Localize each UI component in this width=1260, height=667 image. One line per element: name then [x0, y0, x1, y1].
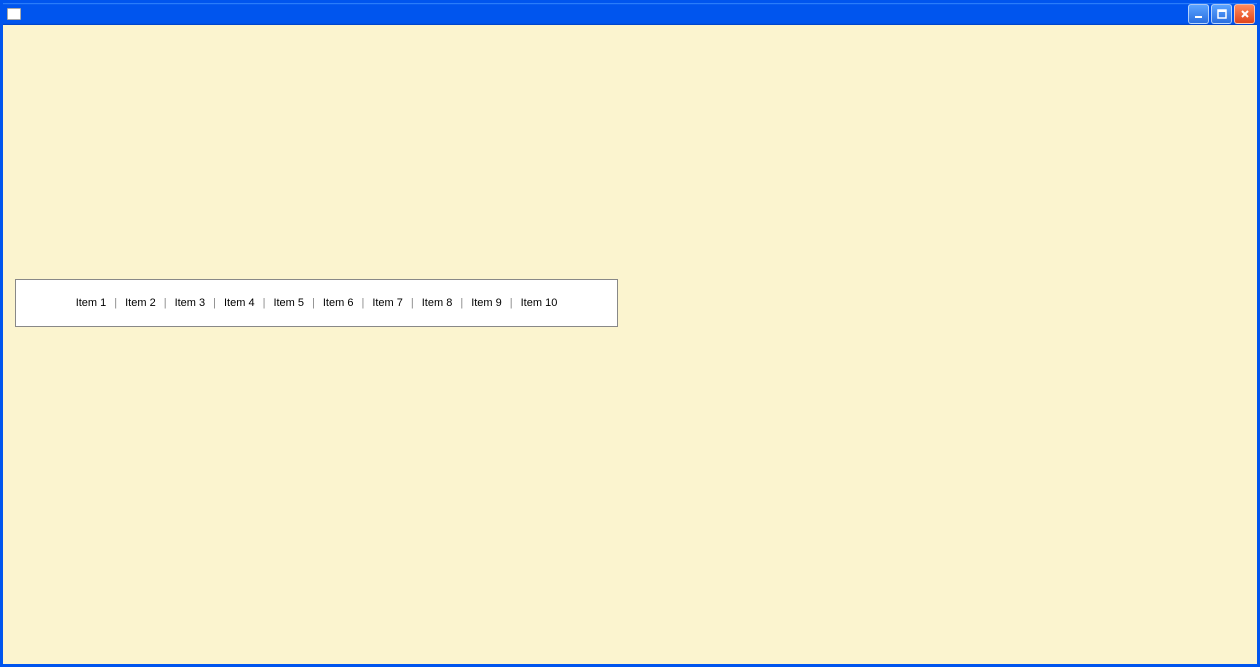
- toolbar-item[interactable]: Item 10: [515, 297, 564, 309]
- toolbar-item[interactable]: Item 8: [416, 297, 459, 309]
- toolbar-separator: |: [162, 297, 169, 309]
- title-bar[interactable]: [3, 3, 1257, 25]
- toolbar-item[interactable]: Item 3: [169, 297, 212, 309]
- toolbar-item[interactable]: Item 9: [465, 297, 508, 309]
- window-controls: [1188, 4, 1255, 24]
- close-icon: [1239, 8, 1251, 20]
- main-window: Item 1 | Item 2 | Item 3 | Item 4 | Item…: [0, 0, 1260, 667]
- toolbar-item[interactable]: Item 1: [70, 297, 113, 309]
- toolbar-separator: |: [359, 297, 366, 309]
- toolbar-separator: |: [211, 297, 218, 309]
- app-icon: [7, 8, 21, 20]
- close-button[interactable]: [1234, 4, 1255, 24]
- toolbar-separator: |: [409, 297, 416, 309]
- title-bar-left: [7, 8, 25, 20]
- toolbar-item[interactable]: Item 2: [119, 297, 162, 309]
- toolbar-separator: |: [310, 297, 317, 309]
- client-area: Item 1 | Item 2 | Item 3 | Item 4 | Item…: [3, 25, 1257, 664]
- toolbar-item[interactable]: Item 5: [267, 297, 310, 309]
- toolbar-item[interactable]: Item 7: [366, 297, 409, 309]
- toolbar-item[interactable]: Item 4: [218, 297, 261, 309]
- toolbar-separator: |: [508, 297, 515, 309]
- toolbar-separator: |: [112, 297, 119, 309]
- toolbar-separator: |: [261, 297, 268, 309]
- minimize-button[interactable]: [1188, 4, 1209, 24]
- toolbar-separator: |: [458, 297, 465, 309]
- minimize-icon: [1193, 8, 1205, 20]
- item-toolbar: Item 1 | Item 2 | Item 3 | Item 4 | Item…: [15, 279, 618, 327]
- maximize-button[interactable]: [1211, 4, 1232, 24]
- toolbar-item[interactable]: Item 6: [317, 297, 360, 309]
- maximize-icon: [1216, 8, 1228, 20]
